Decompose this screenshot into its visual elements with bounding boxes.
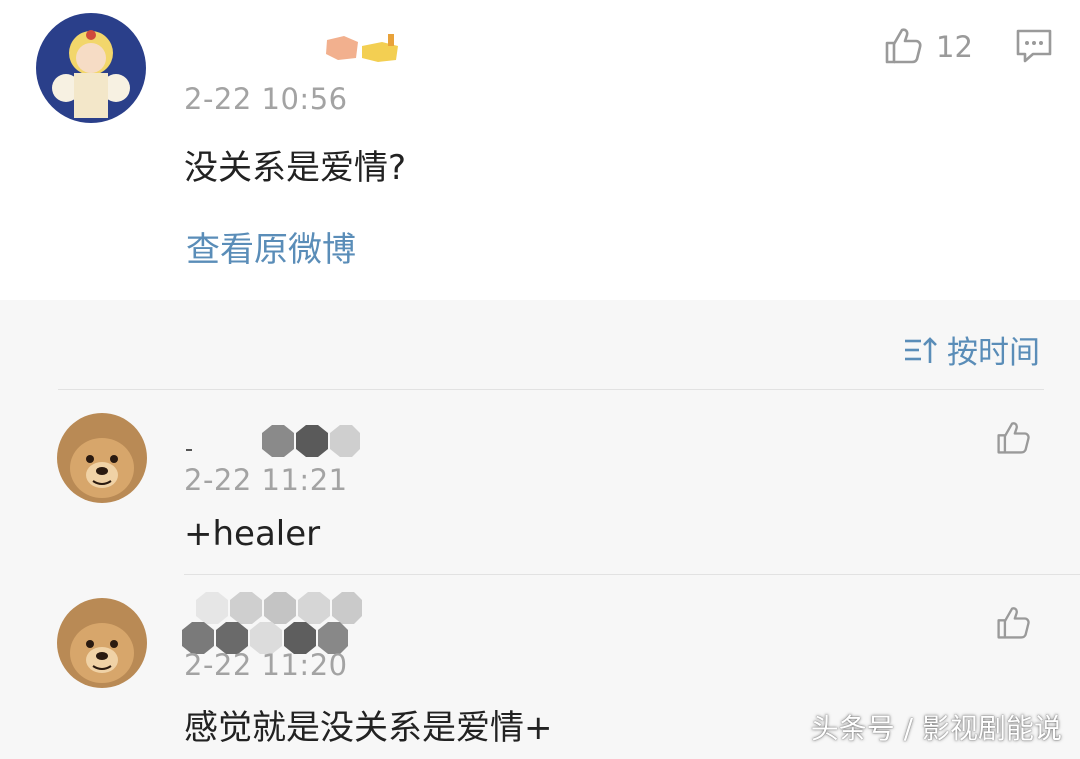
- comment-time: 2-22 11:21: [184, 463, 348, 497]
- thumbs-up-icon[interactable]: [883, 26, 923, 66]
- main-post-time: 2-22 10:56: [184, 82, 348, 116]
- comment-divider: [184, 574, 1080, 575]
- sort-label: 按时间: [947, 335, 1040, 371]
- comment-avatar[interactable]: [57, 413, 147, 503]
- comment-username-blurred: [182, 592, 362, 654]
- thumbs-up-icon[interactable]: [995, 605, 1031, 641]
- comment-time: 2-22 11:20: [184, 648, 348, 682]
- main-avatar[interactable]: [36, 13, 146, 123]
- main-username-blurred: [326, 34, 398, 62]
- watermark: 头条号 / 影视剧能说: [810, 712, 1062, 745]
- comment-text: +healer: [184, 514, 321, 554]
- comment-text: 感觉就是没关系是爱情+: [184, 708, 553, 748]
- main-like-count: 12: [936, 30, 973, 64]
- sort-by-time-button[interactable]: 按时间: [903, 327, 1040, 372]
- sort-icon: [905, 336, 937, 363]
- comment-avatar[interactable]: [57, 598, 147, 688]
- main-post-text: 没关系是爱情?: [184, 148, 407, 188]
- thumbs-up-icon[interactable]: [995, 420, 1031, 456]
- section-divider: [58, 389, 1044, 390]
- comment-icon[interactable]: [1015, 28, 1053, 64]
- comment-username-blurred: [186, 425, 360, 457]
- view-original-link[interactable]: 查看原微博: [186, 222, 356, 271]
